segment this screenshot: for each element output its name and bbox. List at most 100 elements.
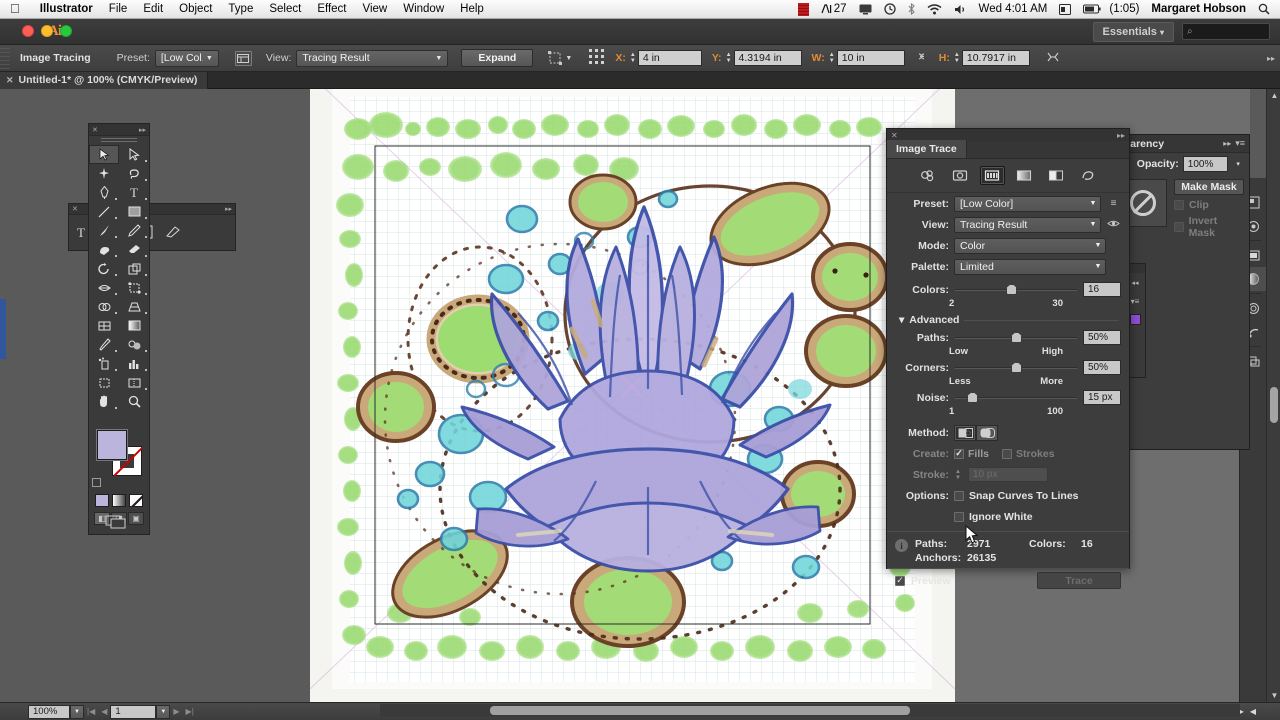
h-input[interactable]: 10.7917 in: [961, 50, 1030, 66]
black-white-icon[interactable]: [1044, 166, 1069, 185]
menu-view[interactable]: View: [355, 3, 396, 15]
control-bar-grip[interactable]: [0, 44, 10, 72]
pen-tool[interactable]: [89, 183, 119, 202]
menu-window[interactable]: Window: [395, 3, 452, 15]
gradient-tool[interactable]: [119, 316, 149, 335]
x-input[interactable]: 4 in: [637, 50, 702, 66]
collapse-icon[interactable]: ▸▸: [139, 126, 146, 134]
minimize-window-button[interactable]: [41, 25, 53, 37]
pencil-tool[interactable]: [119, 221, 149, 240]
maximize-window-button[interactable]: [60, 25, 72, 37]
document-tab-bar[interactable]: ✕ Untitled-1* @ 100% (CMYK/Preview): [0, 71, 1280, 89]
clip-checkbox-row[interactable]: Clip: [1174, 199, 1244, 211]
direct-selection-tool[interactable]: [119, 145, 149, 164]
menu-select[interactable]: Select: [261, 3, 309, 15]
free-transform-tool[interactable]: [119, 278, 149, 297]
mesh-tool[interactable]: [89, 316, 119, 335]
blend-tool[interactable]: [119, 335, 149, 354]
colors-slider-knob[interactable]: [1006, 283, 1018, 295]
image-trace-panel-icon[interactable]: [234, 50, 252, 66]
lasso-tool[interactable]: [119, 164, 149, 183]
change-screen-mode-icon[interactable]: [105, 515, 129, 532]
reference-point-icon[interactable]: [588, 48, 605, 68]
close-icon[interactable]: ✕: [72, 205, 78, 213]
menu-illustrator[interactable]: Illustrator: [32, 3, 101, 15]
chevron-down-icon[interactable]: ▼: [1086, 200, 1100, 207]
search-icon[interactable]: [1252, 3, 1280, 15]
outline-icon[interactable]: [1076, 166, 1101, 185]
time-machine-icon[interactable]: [878, 3, 902, 15]
collapse-icon[interactable]: ▸▸: [225, 205, 232, 213]
eyedropper-tool[interactable]: [89, 335, 119, 354]
colors-slider-track[interactable]: [955, 283, 1077, 295]
selection-tool[interactable]: [89, 145, 119, 164]
width-tool[interactable]: [89, 278, 119, 297]
input-source-icon[interactable]: [1053, 3, 1077, 15]
h-stepper[interactable]: ▲ ▼: [953, 50, 961, 66]
line-segment-tool[interactable]: [89, 202, 119, 221]
opacity-input[interactable]: 100%: [1182, 156, 1229, 172]
create-fills-checkbox-row[interactable]: ✓ Fills: [954, 448, 989, 460]
palette-dropdown[interactable]: Limited ▼: [954, 258, 1106, 275]
image-trace-tabs[interactable]: Image Trace: [887, 140, 1129, 159]
mode-dropdown[interactable]: Color ▼: [954, 237, 1106, 254]
zoom-tool[interactable]: [119, 392, 149, 411]
colors-value-input[interactable]: 16: [1083, 282, 1121, 297]
full-screen-button[interactable]: ▣: [128, 512, 144, 525]
chevron-double-right-icon[interactable]: ▸▸: [1267, 54, 1275, 63]
symbol-sprayer-tool[interactable]: [89, 354, 119, 373]
scale-tool[interactable]: [119, 259, 149, 278]
preset-dropdown[interactable]: [Low Color] ▼: [954, 195, 1101, 212]
preset-icon-row[interactable]: [887, 159, 1129, 193]
chevron-down-icon[interactable]: ▼: [203, 55, 216, 62]
type-tool-icon[interactable]: T: [77, 225, 85, 241]
align-icon[interactable]: [1046, 51, 1060, 66]
apple-icon[interactable]: : [10, 2, 20, 15]
close-icon[interactable]: ✕: [92, 126, 98, 134]
fill-type-row[interactable]: [95, 494, 143, 507]
corners-value-input[interactable]: 50%: [1083, 360, 1121, 375]
create-strokes-checkbox[interactable]: [1002, 448, 1013, 459]
method-buttons[interactable]: [954, 424, 998, 441]
ai-menu-extra[interactable]: 27: [815, 3, 853, 15]
purple-swatch[interactable]: [1129, 313, 1141, 325]
transform-icon[interactable]: ▼: [548, 51, 572, 65]
make-mask-button[interactable]: Make Mask: [1174, 179, 1244, 195]
control-bar[interactable]: Image Tracing Preset: [Low Col... ▼ View…: [0, 44, 1280, 72]
close-icon[interactable]: ✕: [891, 131, 898, 140]
panel-menu-icon[interactable]: ▾≡: [1235, 138, 1249, 149]
snap-curves-checkbox[interactable]: [954, 490, 964, 501]
bluetooth-icon[interactable]: [902, 3, 921, 15]
image-trace-panel[interactable]: ✕ ▸▸ Image Trace Preset: [Low Color] ▼ ≡…: [886, 128, 1130, 589]
view-dropdown[interactable]: Tracing Result ▼: [954, 216, 1101, 233]
tab-image-trace[interactable]: Image Trace: [887, 140, 967, 158]
eraser-tool[interactable]: [119, 240, 149, 259]
grayscale-icon[interactable]: [1012, 166, 1037, 185]
slice-tool[interactable]: [119, 373, 149, 392]
color-fill-button[interactable]: [95, 494, 109, 507]
w-stepper[interactable]: ▲ ▼: [828, 50, 836, 66]
paintbrush-tool[interactable]: [89, 221, 119, 240]
perspective-grid-tool[interactable]: [119, 297, 149, 316]
eye-icon[interactable]: [1106, 219, 1121, 231]
invert-mask-checkbox-row[interactable]: Invert Mask: [1174, 215, 1244, 239]
chevron-down-icon[interactable]: ▼: [1086, 221, 1100, 228]
collapse-icon[interactable]: ▸▸: [1223, 139, 1235, 148]
transparency-tab-bar[interactable]: sparency ▸▸ ▾≡: [1114, 135, 1249, 153]
window-controls[interactable]: [22, 25, 72, 37]
scroll-up-button[interactable]: ▲: [1270, 91, 1279, 100]
scroll-down-button[interactable]: ▼: [1270, 691, 1279, 700]
chevron-down-icon[interactable]: ▼: [1091, 242, 1105, 249]
preset-menu-icon[interactable]: ≡: [1106, 198, 1121, 209]
y-input[interactable]: 4.3194 in: [733, 50, 802, 66]
zoom-dropdown-arrow[interactable]: ▼: [70, 704, 84, 719]
display-icon[interactable]: [853, 4, 878, 15]
collapse-icon[interactable]: ▸▸: [1117, 131, 1125, 140]
arrow-left-icon[interactable]: ◀: [1247, 707, 1280, 716]
zoom-level-input[interactable]: 100%: [28, 704, 70, 719]
ignore-white-checkbox-row[interactable]: Ignore White: [954, 511, 1033, 523]
artboard-tool[interactable]: [89, 373, 119, 392]
prev-page-icon[interactable]: ◀: [98, 707, 110, 716]
corners-slider-track[interactable]: [955, 361, 1077, 373]
paths-value-input[interactable]: 50%: [1083, 330, 1121, 345]
